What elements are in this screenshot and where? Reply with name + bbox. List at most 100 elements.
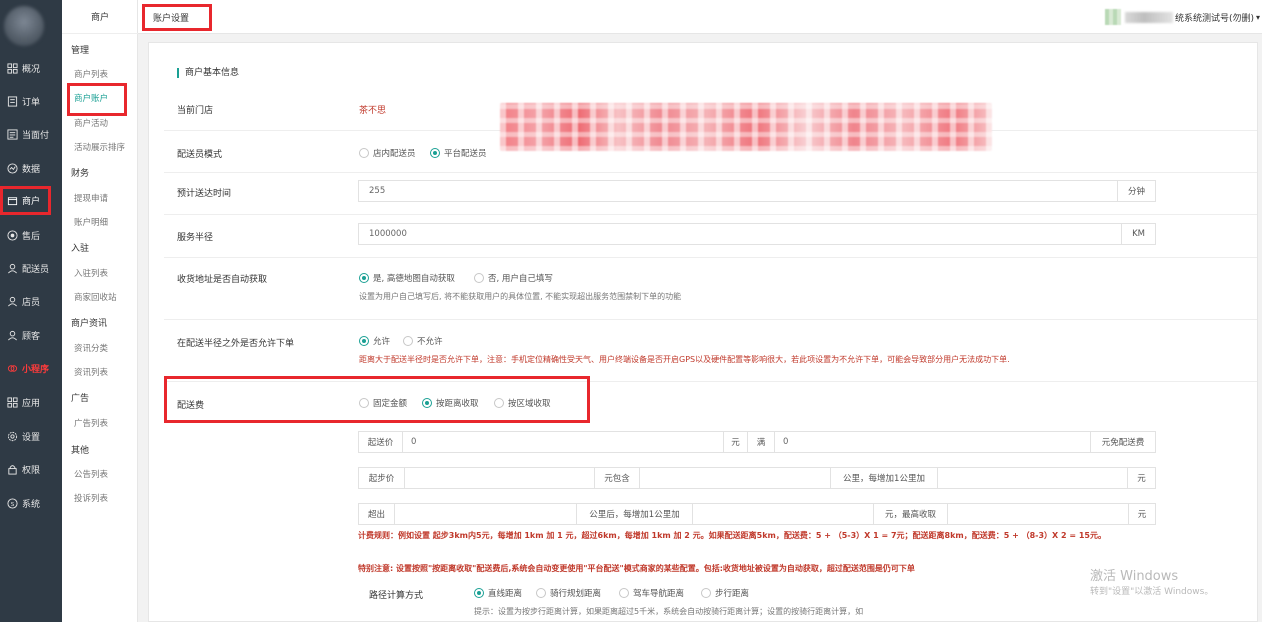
per-km-price-input[interactable] (938, 468, 1128, 488)
radio-in-store-courier[interactable]: 店内配送员 (359, 147, 416, 159)
sidebar-item-overview[interactable]: 概况 (0, 55, 62, 81)
outside-radius-hint: 距离大于配送半径时是否允许下单，注意：手机定位精确性受天气、用户终端设备是否开启… (359, 355, 1010, 364)
sidebar-item-settings[interactable]: 设置 (0, 423, 62, 449)
svg-text:S: S (11, 501, 15, 507)
sidebar-item-system[interactable]: S 系统 (0, 490, 62, 516)
eta-label: 预计送达时间 (177, 189, 232, 199)
tab-account-settings[interactable]: 账户设置 (142, 4, 212, 31)
fee-rule-text: 计费规则：例如设置 起步3km内5元，每增加 1km 加 1 元，超过6km，每… (358, 531, 1106, 540)
highlight-delivery-fee (164, 376, 590, 423)
base-price-input[interactable] (405, 468, 595, 488)
subnav-header: 商户 (62, 0, 138, 34)
after-per-km-input[interactable] (693, 504, 874, 524)
sidebar-item-data[interactable]: 数据 (0, 155, 62, 181)
user-menu[interactable]: 统系统测试号(勿删) ▾ (1104, 9, 1260, 25)
apps-icon (7, 396, 18, 408)
radio-calc-walking[interactable]: 步行距离 (701, 587, 749, 599)
settings-icon (7, 431, 18, 442)
highlight-merchant-account (67, 83, 127, 116)
fee-row-base: 起步价 元包含 公里，每增加1公里加 元 (358, 467, 1156, 489)
windows-watermark-subtitle: 转到"设置"以激活 Windows。 (1090, 587, 1214, 597)
sidebar-item-orders[interactable]: 订单 (0, 88, 62, 114)
fee-row-start: 起送价 0 元 满 0 元免配送费 (358, 431, 1156, 453)
radius-label: 服务半径 (177, 233, 214, 243)
subnav-group-news: 商户资讯 (71, 319, 108, 329)
system-icon: S (7, 497, 18, 509)
radius-unit: KM (1121, 224, 1155, 244)
calc-label: 路径计算方式 (369, 591, 424, 601)
subnav-item-complaint-list[interactable]: 投诉列表 (74, 492, 108, 504)
sidebar-item-clerk[interactable]: 店员 (0, 288, 62, 314)
subnav-item-recycle-bin[interactable]: 商家回收站 (74, 291, 117, 303)
after-sale-icon (7, 229, 18, 241)
order-icon (7, 95, 18, 107)
user-avatar (1104, 9, 1121, 25)
sidebar-item-face-pay[interactable]: 当面付 (0, 121, 62, 147)
store-icon (7, 195, 18, 206)
user-name: 统系统测试号(勿删) (1174, 13, 1254, 24)
radio-address-auto[interactable]: 是, 高德地图自动获取 (359, 272, 455, 284)
fee-row-over: 超出 公里后，每增加1公里加 元，最高收取 元 (358, 503, 1156, 525)
outside-radius-label: 在配送半径之外是否允许下单 (177, 339, 295, 349)
subnav-item-account-detail[interactable]: 账户明细 (74, 216, 108, 228)
data-icon (7, 162, 18, 174)
store-value: 茶不思 (359, 106, 387, 116)
radio-platform-courier[interactable]: 平台配送员 (430, 147, 487, 159)
subnav-item-merchant-list[interactable]: 商户列表 (74, 68, 108, 80)
redacted-store-name (500, 103, 992, 151)
subnav-item-news-list[interactable]: 资讯列表 (74, 366, 108, 378)
eta-unit: 分钟 (1116, 181, 1155, 201)
courier-icon (7, 263, 18, 274)
free-threshold-input[interactable]: 0 (775, 432, 1091, 452)
subnav-group-manage: 管理 (71, 46, 90, 56)
sidebar-item-permissions[interactable]: 权限 (0, 456, 62, 482)
lock-icon (7, 464, 18, 475)
windows-watermark-title: 激活 Windows (1090, 569, 1179, 584)
dashboard-icon (7, 62, 18, 74)
subnav-group-ads: 广告 (71, 394, 90, 404)
radio-calc-straight[interactable]: 直线距离 (474, 587, 522, 599)
radio-outside-deny[interactable]: 不允许 (403, 335, 443, 347)
delivery-mode-label: 配送员模式 (177, 150, 223, 160)
include-km-input[interactable] (640, 468, 831, 488)
clerk-icon (7, 296, 18, 307)
auto-address-label: 收货地址是否自动获取 (177, 275, 268, 285)
subnav-item-merchant-activity[interactable]: 商户活动 (74, 117, 108, 129)
sidebar-item-apps[interactable]: 应用 (0, 389, 62, 415)
sidebar-item-customer[interactable]: 顾客 (0, 322, 62, 348)
over-km-input[interactable] (395, 504, 577, 524)
subnav-group-other: 其他 (71, 446, 90, 456)
radio-calc-cycling[interactable]: 骑行规划距离 (536, 587, 601, 599)
calc-hint: 提示：设置为按步行距离计算，如果距离超过5千米，系统会自动按骑行距离计算；设置的… (474, 607, 864, 616)
chevron-down-icon: ▾ (1255, 12, 1260, 22)
store-label: 当前门店 (177, 106, 214, 116)
miniprogram-icon (7, 363, 18, 374)
subnav-item-activity-sort[interactable]: 活动展示排序 (74, 141, 125, 153)
sidebar-item-merchant[interactable]: 商户 (0, 186, 51, 215)
user-name-redacted (1124, 11, 1173, 23)
pay-icon (7, 128, 18, 140)
subnav-item-notice-list[interactable]: 公告列表 (74, 468, 108, 480)
max-fee-input[interactable] (948, 504, 1129, 524)
top-bar: 账户设置 统系统测试号(勿删) ▾ (138, 0, 1262, 34)
radio-outside-allow[interactable]: 允许 (359, 335, 390, 347)
subnav-item-settle-list[interactable]: 入驻列表 (74, 267, 108, 279)
radio-calc-driving[interactable]: 驾车导航距离 (619, 587, 684, 599)
subnav-item-news-category[interactable]: 资讯分类 (74, 342, 108, 354)
sidebar-item-courier[interactable]: 配送员 (0, 255, 62, 281)
brand-logo[interactable] (4, 6, 44, 46)
sidebar-item-miniprogram[interactable]: 小程序 (0, 355, 62, 381)
sidebar-item-after-sale[interactable]: 售后 (0, 222, 62, 248)
eta-input[interactable]: 255 分钟 (358, 180, 1156, 202)
subnav-item-ad-list[interactable]: 广告列表 (74, 417, 108, 429)
auto-address-hint: 设置为用户自己填写后, 将不能获取用户的具体位置, 不能实现超出服务范围禁制下单… (359, 292, 682, 301)
subnav-item-withdraw[interactable]: 提现申请 (74, 192, 108, 204)
radius-input[interactable]: 1000000 KM (358, 223, 1156, 245)
subnav-group-finance: 财务 (71, 169, 90, 179)
section-title: 商户基本信息 (177, 68, 239, 78)
customer-icon (7, 330, 18, 341)
main-sidebar: 概况 订单 当面付 数据 商户 售后 配送员 店员 顾客 小程序 应用 设置 权… (0, 0, 62, 622)
subnav-group-settle: 入驻 (71, 244, 90, 254)
radio-address-manual[interactable]: 否, 用户自己填写 (474, 272, 553, 284)
start-price-input[interactable]: 0 (403, 432, 724, 452)
